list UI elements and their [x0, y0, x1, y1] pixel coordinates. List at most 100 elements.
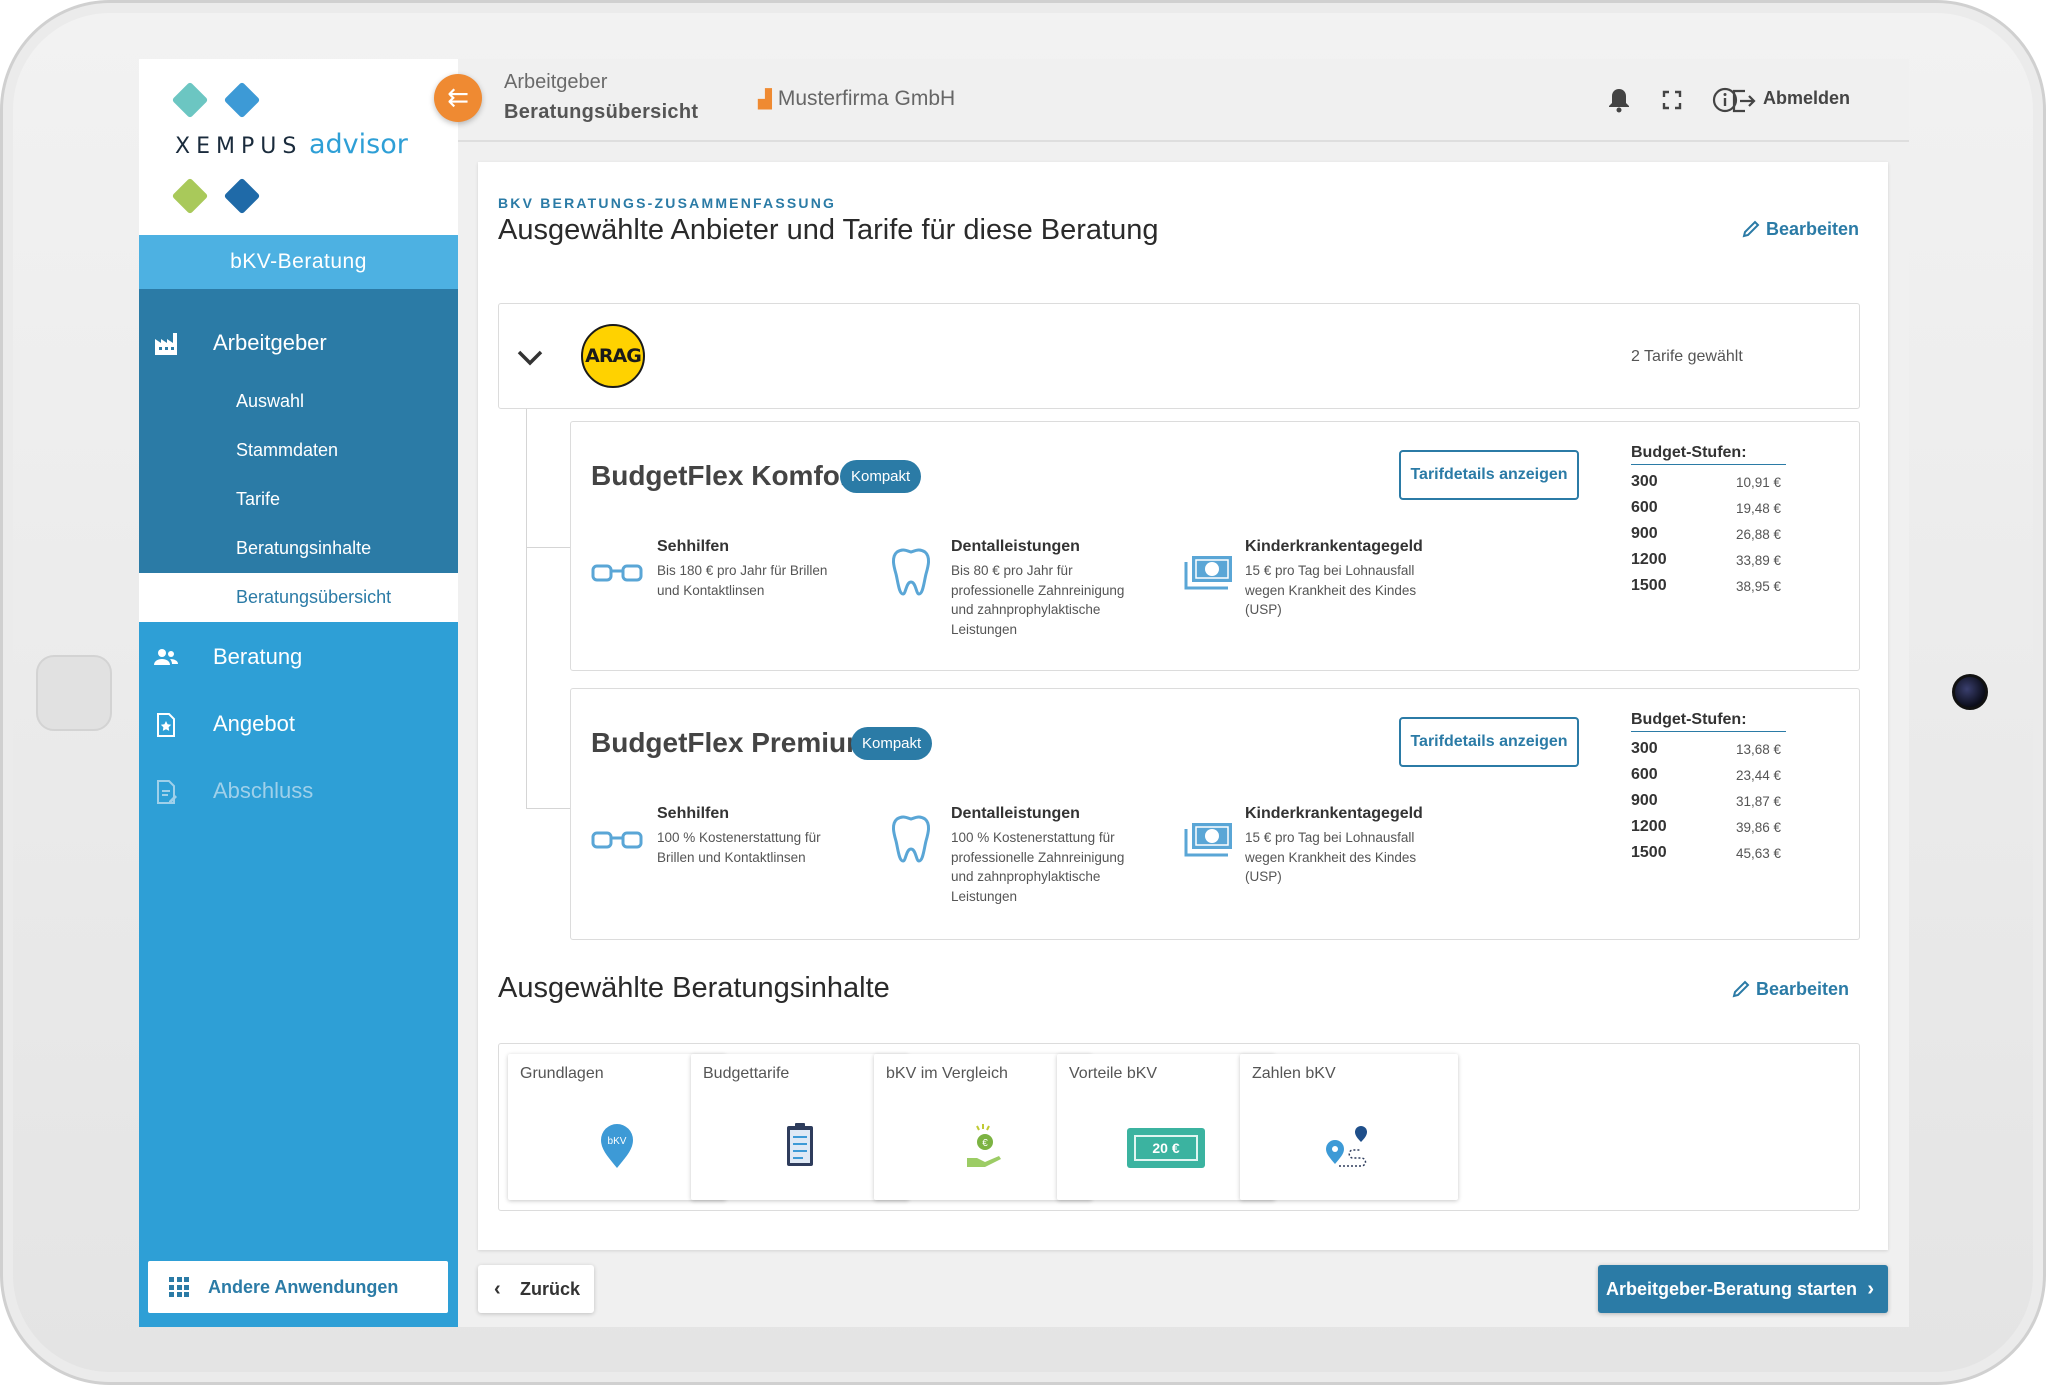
apps-grid-icon — [169, 1277, 189, 1297]
document-star-icon — [157, 713, 175, 737]
feature-description: 15 € pro Tag bei Lohnausfall wegen Krank… — [1245, 563, 1417, 617]
content-card-title: Grundlagen — [520, 1065, 604, 1082]
chevron-down-icon[interactable] — [513, 340, 547, 374]
logo-square-green — [171, 177, 209, 215]
budget-row: 1500 38,95 € — [1631, 577, 1781, 603]
budget-price: 38,95 € — [1735, 579, 1781, 594]
budget-level: 300 — [1631, 473, 1658, 490]
tariff-name: BudgetFlex Komfort — [591, 460, 861, 491]
edit-label: Bearbeiten — [1766, 219, 1860, 239]
logo-square-blue — [223, 81, 261, 119]
contents-list: Grundlagen bKV Budgettarife bKV im Vergl… — [498, 1043, 1860, 1211]
tree-line — [526, 409, 527, 809]
group-icon — [154, 649, 178, 665]
sidebar-item-tarife[interactable]: Tarife — [139, 475, 458, 524]
feature-title: Sehhilfen — [657, 538, 730, 555]
topbar: Arbeitgeber Beratungsübersicht ▟ Musterfi… — [458, 59, 1909, 142]
budget-level: 600 — [1631, 499, 1658, 516]
sidebar-item-beratung[interactable]: Beratung — [139, 629, 458, 685]
tree-branch — [526, 808, 570, 809]
chevron-left-icon: ‹ — [494, 1278, 501, 1300]
feature-description: Bis 180 € pro Jahr für Brillen und Konta… — [657, 563, 828, 598]
logout-icon[interactable] — [1731, 88, 1757, 114]
budget-level: 1500 — [1631, 844, 1667, 861]
pencil-icon — [1732, 980, 1750, 998]
content-card-zahlen-bkv[interactable]: Zahlen bKV — [1240, 1054, 1458, 1200]
logo-square-teal — [171, 81, 209, 119]
sidebar-item-angebot[interactable]: Angebot — [139, 696, 458, 752]
budget-level: 900 — [1631, 792, 1658, 809]
tariff-badge: Kompakt — [851, 727, 933, 760]
route-pins-icon — [1326, 1126, 1367, 1167]
fullscreen-icon[interactable] — [1657, 85, 1687, 115]
content-card-title: bKV im Vergleich — [886, 1065, 1008, 1082]
budget-row: 300 13,68 € — [1631, 740, 1781, 766]
start-label: Arbeitgeber-Beratung starten — [1606, 1279, 1858, 1299]
bell-icon[interactable] — [1604, 85, 1634, 115]
content-card-title: Zahlen bKV — [1252, 1065, 1336, 1082]
edit-contents-button[interactable]: Bearbeiten — [1732, 979, 1849, 1000]
feature-title: Sehhilfen — [657, 805, 730, 822]
money-icon — [1184, 556, 1232, 590]
company-label: Musterfirma GmbH — [777, 87, 956, 110]
budget-price: 26,88 € — [1735, 527, 1781, 542]
budget-row: 900 26,88 € — [1631, 525, 1781, 551]
other-apps-button[interactable]: Andere Anwendungen — [148, 1261, 448, 1313]
svg-text:20 €: 20 € — [1152, 1140, 1179, 1156]
logout-button[interactable]: Abmelden — [1763, 88, 1850, 109]
logo-square-navy — [223, 177, 261, 215]
collapse-sidebar-button[interactable]: ⇇ — [434, 74, 482, 122]
sidebar-item-beratungsuebersicht[interactable]: Beratungsübersicht — [139, 573, 458, 622]
logo[interactable]: XEMPUS advisor — [139, 59, 458, 235]
sidebar-item-label: Angebot — [213, 711, 295, 736]
budget-price: 45,63 € — [1735, 846, 1781, 861]
feature-title: Kinderkrankentagegeld — [1245, 805, 1423, 822]
banknote-icon: 20 € — [1127, 1128, 1205, 1168]
sidebar-item-auswahl[interactable]: Auswahl — [139, 377, 458, 426]
tariff-details-button[interactable]: Tarifdetails anzeigen — [1399, 717, 1579, 767]
other-apps-label: Andere Anwendungen — [208, 1277, 399, 1297]
budget-price: 39,86 € — [1735, 820, 1781, 835]
document-edit-icon — [157, 780, 177, 804]
start-consultation-button[interactable]: Arbeitgeber-Beratung starten › — [1598, 1265, 1888, 1313]
summary-heading: Ausgewählte Anbieter und Tarife für dies… — [498, 214, 1159, 246]
tablet-camera — [1952, 674, 1988, 710]
feature-description: 100 % Kostenerstattung für professionell… — [951, 830, 1125, 904]
sidebar-item-stammdaten[interactable]: Stammdaten — [139, 426, 458, 475]
factory-icon — [155, 333, 177, 355]
glasses-icon — [591, 564, 643, 582]
budget-price: 23,44 € — [1735, 768, 1781, 783]
budget-row: 900 31,87 € — [1631, 792, 1781, 818]
money-hand-icon: € — [967, 1124, 1001, 1167]
sidebar-title: bKV-Beratung — [139, 235, 458, 289]
budget-level: 1500 — [1631, 577, 1667, 594]
tariff-badge: Kompakt — [840, 460, 922, 493]
edit-providers-button[interactable]: Bearbeiten — [1742, 219, 1859, 240]
budget-heading: Budget-Stufen: — [1631, 444, 1786, 465]
tariff-name: BudgetFlex Premium — [591, 727, 872, 758]
sidebar-item-beratungsinhalte[interactable]: Beratungsinhalte — [139, 524, 458, 573]
bkv-pin-icon: bKV — [601, 1124, 633, 1168]
glasses-icon — [591, 831, 643, 849]
sidebar-item-arbeitgeber[interactable]: Arbeitgeber — [139, 315, 458, 371]
sidebar-item-label: Abschluss — [213, 778, 314, 803]
edit-label: Bearbeiten — [1756, 979, 1850, 999]
feature-title: Dentalleistungen — [951, 805, 1080, 822]
budget-level: 600 — [1631, 766, 1658, 783]
tariff-details-button[interactable]: Tarifdetails anzeigen — [1399, 450, 1579, 500]
budget-row: 1200 33,89 € — [1631, 551, 1781, 577]
sidebar-item-label: Beratung — [213, 644, 303, 669]
summary-card: BKV BERATUNGS-ZUSAMMENFASSUNG Ausgewählt… — [478, 162, 1888, 1250]
svg-text:€: € — [982, 1138, 988, 1149]
feature-description: Bis 80 € pro Jahr für professionelle Zah… — [951, 563, 1125, 637]
budget-row: 300 10,91 € — [1631, 473, 1781, 499]
feature-title: Kinderkrankentagegeld — [1245, 538, 1423, 555]
back-button[interactable]: ‹ Zurück — [478, 1265, 594, 1313]
tooth-icon — [892, 815, 930, 863]
provider-row[interactable]: ARAG 2 Tarife gewählt — [498, 303, 1860, 409]
budget-row: 600 23,44 € — [1631, 766, 1781, 792]
sidebar: XEMPUS advisor bKV-Beratung Arbeitgeber … — [139, 59, 458, 1327]
chevron-right-icon: › — [1867, 1278, 1874, 1300]
breadcrumb-parent[interactable]: Arbeitgeber — [504, 71, 607, 94]
tariff-card: BudgetFlex Komfort Kompakt Tarifdetails … — [570, 421, 1860, 671]
